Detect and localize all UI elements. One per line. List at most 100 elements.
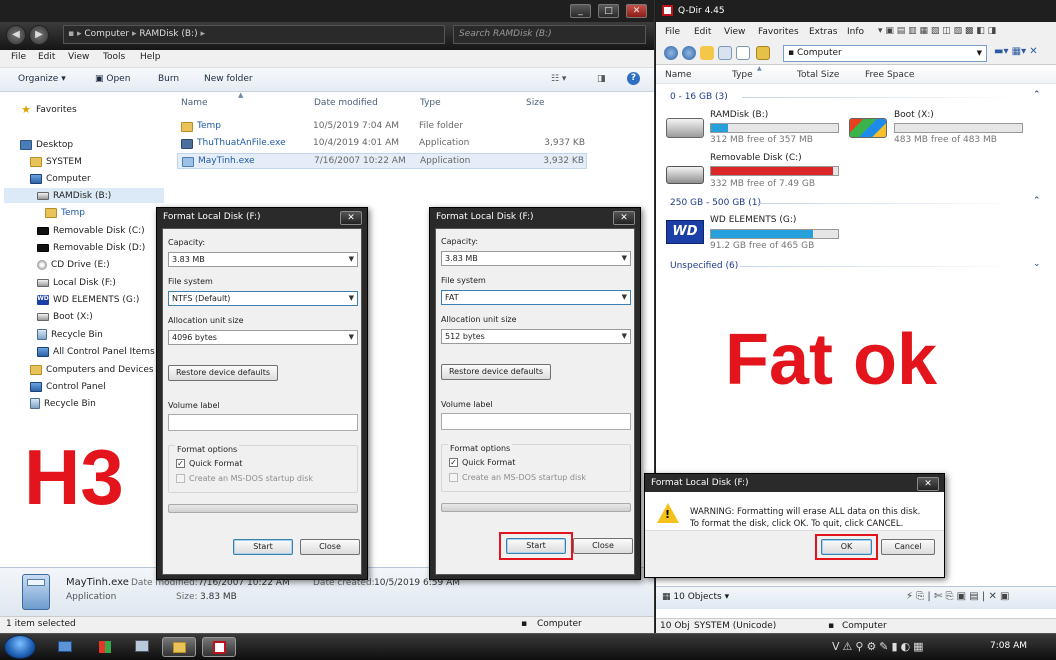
collapse-icon[interactable]: ⌃ [1033, 90, 1041, 100]
qdir-group-unspecified[interactable]: Unspecified (6) [670, 261, 738, 271]
qdir-group-250-500gb[interactable]: 250 GB - 500 GB (1) [670, 198, 761, 208]
breadcrumb-ramdisk[interactable]: RAMDisk (B:) [139, 29, 197, 39]
qdir-column-name[interactable]: Name [665, 70, 692, 80]
nav-local-f[interactable]: Local Disk (F:) [37, 275, 116, 290]
nav-temp[interactable]: Temp [45, 205, 85, 220]
qdir-drive-ramdisk[interactable]: RAMDisk (B:) [710, 110, 768, 120]
nav-cd-drive[interactable]: CD Drive (E:) [37, 257, 110, 272]
qdir-menu-file[interactable]: File [665, 27, 680, 37]
objects-dropdown[interactable]: ▦ 10 Objects ▾ [662, 592, 729, 602]
minimize-button[interactable]: _ [570, 4, 591, 18]
view-options-icon[interactable]: ☷ ▾ [551, 74, 566, 84]
taskbar-app-icon[interactable] [52, 637, 78, 657]
msdos-checkbox[interactable] [449, 473, 458, 482]
back-icon[interactable] [664, 46, 678, 60]
column-type[interactable]: Type [420, 98, 441, 108]
allocation-select[interactable]: 4096 bytes ▼ [168, 330, 358, 345]
menu-help[interactable]: Help [140, 52, 161, 62]
nav-all-control-panel[interactable]: All Control Panel Items [37, 344, 155, 359]
new-folder-button[interactable]: New folder [204, 74, 253, 84]
dialog-close-button[interactable]: ✕ [613, 211, 635, 225]
nav-wd[interactable]: WD WD ELEMENTS (G:) [37, 292, 139, 307]
menu-edit[interactable]: Edit [38, 52, 55, 62]
qdir-column-total[interactable]: Total Size [797, 70, 839, 80]
up-folder-icon[interactable] [700, 46, 714, 60]
breadcrumb-computer[interactable]: Computer [84, 29, 129, 39]
capacity-select[interactable]: 3.83 MB ▼ [168, 252, 358, 267]
taskbar-explorer-icon[interactable] [162, 637, 196, 657]
view-mode-icon[interactable] [736, 46, 750, 60]
forward-icon[interactable] [682, 46, 696, 60]
nav-recycle-bin-2[interactable]: Recycle Bin [30, 396, 96, 411]
qdir-drive-boot[interactable]: Boot (X:) [894, 110, 934, 120]
nav-removable-c[interactable]: Removable Disk (C:) [37, 223, 145, 238]
qdir-menu-favorites[interactable]: Favorites [758, 27, 799, 37]
column-date[interactable]: Date modified [314, 98, 378, 108]
capacity-select[interactable]: 3.83 MB ▼ [441, 251, 631, 266]
collapse-icon[interactable]: ⌃ [1033, 196, 1041, 206]
tray-icons[interactable]: V⚠⚲⚙✎▮◐▦ [832, 640, 927, 653]
burn-button[interactable]: Burn [158, 74, 179, 84]
volume-label-input[interactable] [441, 413, 631, 430]
msdos-checkbox[interactable] [176, 474, 185, 483]
nav-boot[interactable]: Boot (X:) [37, 309, 93, 324]
file-row-temp[interactable]: Temp 10/5/2019 7:04 AM File folder [177, 119, 587, 135]
start-button[interactable]: Start [233, 539, 293, 555]
nav-ramdisk[interactable]: RAMDisk (B:) [4, 188, 164, 203]
qdir-drive-wd[interactable]: WD ELEMENTS (G:) [710, 215, 796, 225]
taskbar-media-icon[interactable] [92, 637, 118, 657]
start-button[interactable] [4, 635, 36, 659]
qdir-menu-extras[interactable]: Extras [809, 27, 837, 37]
help-icon[interactable]: ? [627, 72, 640, 85]
qdir-drive-removable-c[interactable]: Removable Disk (C:) [710, 153, 802, 163]
qdir-column-type[interactable]: Type [732, 70, 753, 80]
menu-file[interactable]: File [11, 52, 26, 62]
expand-icon[interactable]: ⌄ [1033, 259, 1041, 269]
qdir-group-0-16gb[interactable]: 0 - 16 GB (3) [670, 92, 728, 102]
nav-desktop[interactable]: Desktop [20, 137, 73, 152]
nav-computer[interactable]: Computer [30, 171, 91, 186]
nav-removable-d[interactable]: Removable Disk (D:) [37, 240, 145, 255]
qdir-tools-icons[interactable]: ⚡ ⎘ | ✄ ⎘ ▣ ▤ | ✕ ▣ [906, 591, 1009, 602]
taskbar-clock[interactable]: 7:08 AM [990, 641, 1027, 651]
dialog-close-button[interactable]: ✕ [340, 211, 362, 225]
search-input[interactable]: Search RAMDisk (B:) [453, 25, 646, 44]
close-dialog-button[interactable]: Close [300, 539, 360, 555]
nav-recycle-bin[interactable]: Recycle Bin [37, 327, 103, 342]
open-button[interactable]: ▣ Open [95, 74, 130, 84]
taskbar-monitor-icon[interactable] [129, 637, 155, 657]
nav-favorites[interactable]: ★ Favorites [20, 102, 77, 117]
organize-button[interactable]: Organize ▾ [18, 74, 66, 84]
tree-view-icon[interactable] [718, 46, 732, 60]
address-input[interactable]: ▪ ▸ Computer ▸ RAMDisk (B:) ▸ [63, 25, 445, 44]
quick-format-checkbox[interactable]: ✓ [176, 459, 185, 468]
volume-label-input[interactable] [168, 414, 358, 431]
qdir-menu-view[interactable]: View [724, 27, 745, 37]
file-row-maytinh[interactable]: MayTinh.exe 7/16/2007 10:22 AM Applicati… [177, 153, 587, 169]
filesystem-select[interactable]: NTFS (Default) ▼ [168, 291, 358, 306]
maximize-button[interactable]: □ [598, 4, 619, 18]
allocation-select[interactable]: 512 bytes ▼ [441, 329, 631, 344]
column-name[interactable]: Name [181, 98, 208, 108]
menu-view[interactable]: View [68, 52, 89, 62]
quick-format-checkbox[interactable]: ✓ [449, 458, 458, 467]
menu-tools[interactable]: Tools [103, 52, 125, 62]
column-size[interactable]: Size [526, 98, 544, 108]
qdir-menu-info[interactable]: Info [847, 27, 864, 37]
nav-control-panel[interactable]: Control Panel [30, 379, 106, 394]
qdir-menu-extra-icons[interactable]: ▾ ▣ ▤ ▥ ▦ ▧ ◫ ▨ ▩ ◧ ◨ [878, 26, 996, 36]
qdir-view-icons[interactable]: ▬▾ ▦▾ ✕ [994, 46, 1038, 57]
filesystem-select[interactable]: FAT ▼ [441, 290, 631, 305]
qdir-column-free[interactable]: Free Space [865, 70, 914, 80]
back-icon[interactable]: ◀ [6, 25, 26, 45]
preview-pane-icon[interactable]: ◨ [597, 74, 606, 84]
nav-computers-devices[interactable]: Computers and Devices [30, 362, 154, 377]
favorites-icon[interactable] [756, 46, 770, 60]
close-dialog-button[interactable]: Close [573, 538, 633, 554]
cancel-button[interactable]: Cancel [881, 539, 935, 555]
file-row-thuthuat[interactable]: ThuThuatAnFile.exe 10/4/2019 4:01 AM App… [177, 136, 587, 152]
qdir-address-input[interactable]: ▪ Computer ▼ [783, 45, 987, 62]
nav-system[interactable]: SYSTEM [30, 154, 82, 169]
close-button[interactable]: ✕ [626, 4, 647, 18]
restore-defaults-button[interactable]: Restore device defaults [441, 364, 551, 380]
